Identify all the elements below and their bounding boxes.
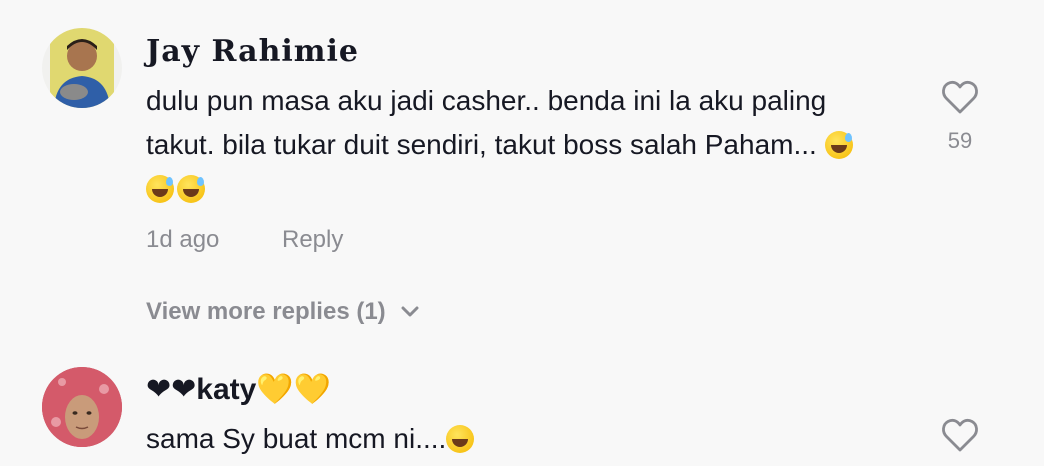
username[interactable]: Jay Rahimie <box>146 34 359 69</box>
like-heart-icon[interactable] <box>941 417 979 453</box>
comment-timestamp: 1d ago <box>146 226 220 253</box>
avatar[interactable] <box>42 367 122 447</box>
sweat-smile-emoji-icon <box>146 175 174 203</box>
like-count: 59 <box>947 128 973 153</box>
like-heart-icon[interactable] <box>941 79 979 115</box>
chevron-down-icon <box>401 306 419 317</box>
username[interactable]: ❤❤katy💛💛 <box>146 372 331 407</box>
black-heart-icons: ❤❤ <box>146 373 197 406</box>
avatar[interactable] <box>42 28 122 108</box>
comment-text: dulu pun masa aku jadi casher.. benda in… <box>146 79 886 211</box>
grin-emoji-icon <box>446 425 475 453</box>
sweat-smile-emoji-icon <box>177 175 205 203</box>
view-more-replies-label: View more replies (1) <box>146 298 386 325</box>
sweat-smile-emoji-icon <box>824 131 853 159</box>
view-more-replies-button[interactable]: View more replies (1) <box>146 298 420 326</box>
yellow-heart-icons: 💛💛 <box>256 373 332 406</box>
comment-text: sama Sy buat mcm ni.... <box>146 417 886 461</box>
reply-button[interactable]: Reply <box>282 226 343 254</box>
